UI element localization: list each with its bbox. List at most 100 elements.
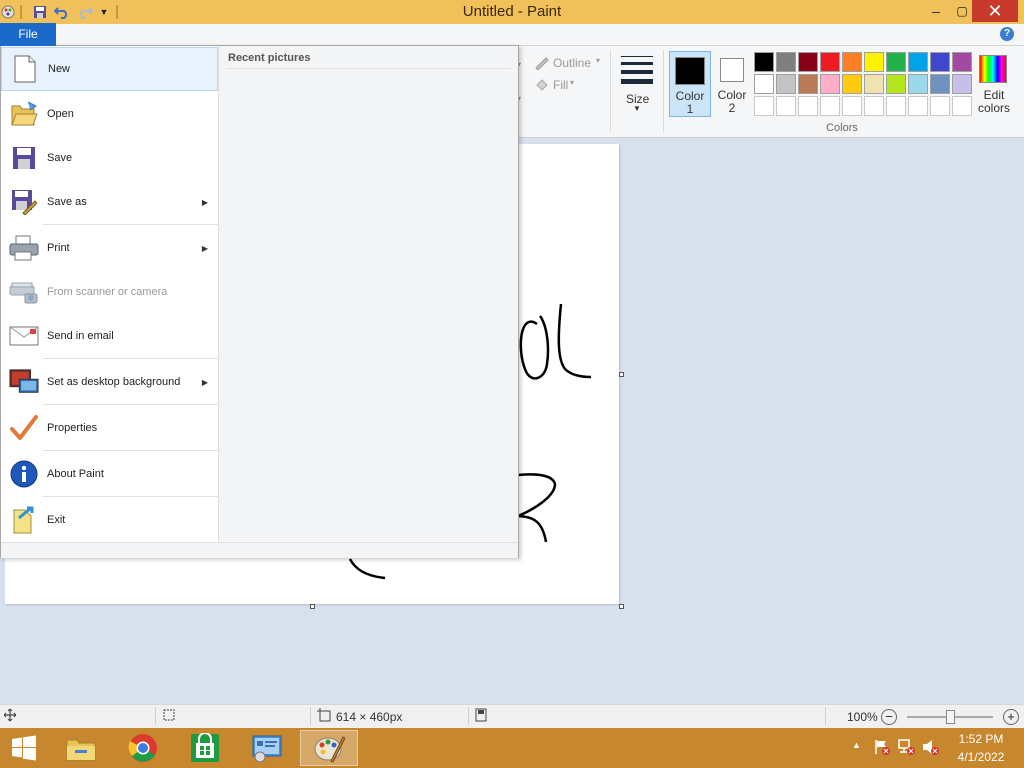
minimize-button[interactable]: – [924,0,948,22]
outline-button[interactable]: Outline [553,56,591,70]
menu-item-from-scanner[interactable]: From scanner or camera [1,270,218,314]
palette-swatch[interactable] [952,52,972,72]
size-line-icon [621,56,653,57]
submenu-arrow-icon: ▶ [201,377,208,387]
help-icon[interactable]: ? [1000,27,1014,41]
palette-swatch[interactable] [864,52,884,72]
palette-swatch[interactable] [908,74,928,94]
menu-item-new[interactable]: New [1,47,218,91]
taskbar-file-explorer[interactable] [52,730,110,766]
color1-button[interactable]: Color 1 [669,51,711,117]
palette-swatch[interactable] [776,74,796,94]
menu-label: From scanner or camera [47,286,168,298]
palette-swatch[interactable] [754,74,774,94]
menu-separator [43,404,218,405]
action-center-flag-icon[interactable] [874,739,890,758]
palette-swatch[interactable] [798,52,818,72]
color2-button[interactable]: Color 2 [714,51,750,117]
zoom-slider-thumb[interactable] [945,710,955,724]
palette-swatch[interactable] [886,74,906,94]
menu-separator [43,496,218,497]
printer-icon [9,233,39,263]
clock-time[interactable]: 1:52 PM [948,732,1014,746]
palette-swatch[interactable] [820,74,840,94]
edit-colors-button[interactable]: Edit colors [974,51,1014,121]
palette-swatch[interactable] [820,96,840,116]
close-button[interactable]: ✕ [972,0,1018,22]
palette-swatch[interactable] [776,96,796,116]
taskbar-chrome[interactable] [114,730,172,766]
palette-swatch[interactable] [930,74,950,94]
palette-swatch[interactable] [908,52,928,72]
palette-swatch[interactable] [842,74,862,94]
palette-swatch[interactable] [952,74,972,94]
size-line-icon [621,79,653,84]
palette-swatch[interactable] [842,52,862,72]
palette-swatch[interactable] [754,96,774,116]
palette-swatch[interactable] [798,96,818,116]
size-button[interactable]: Size ▼ [616,50,658,120]
show-hidden-icons-icon[interactable]: ▲ [852,740,861,750]
taskbar-paint[interactable] [300,730,358,766]
volume-muted-icon[interactable] [922,739,940,758]
menu-item-about-paint[interactable]: About Paint [1,452,218,496]
palette-swatch[interactable] [864,96,884,116]
zoom-in-button[interactable]: + [1003,709,1019,725]
start-button[interactable] [0,730,48,766]
outline-dropdown-icon[interactable]: ▾ [596,56,600,65]
canvas-size-readout: 614 × 460px [336,710,403,724]
ribbon-tab-strip: ? [0,24,1024,46]
desktop-background-icon [9,367,39,397]
resize-handle-corner[interactable] [619,604,624,609]
file-explorer-icon [66,739,96,761]
menu-item-print[interactable]: Print ▶ [1,226,218,270]
palette-swatch[interactable] [930,52,950,72]
palette-swatch[interactable] [776,52,796,72]
new-document-icon [10,54,40,84]
maximize-button[interactable]: ▢ [950,0,974,22]
outline-pen-icon [534,56,550,71]
open-folder-icon [9,99,39,129]
menu-item-send-email[interactable]: Send in email [1,314,218,358]
recent-separator [227,68,511,69]
palette-swatch[interactable] [930,96,950,116]
zoom-slider-track[interactable] [907,710,993,724]
taskbar-control-panel[interactable] [238,730,296,766]
clock-date[interactable]: 4/1/2022 [948,750,1014,764]
windows-logo-icon [12,735,36,761]
palette-swatch[interactable] [842,96,862,116]
palette-swatch[interactable] [886,52,906,72]
store-icon [191,733,219,762]
resize-handle-right[interactable] [619,372,624,377]
menu-item-set-desktop-background[interactable]: Set as desktop background ▶ [1,360,218,404]
fill-dropdown-icon[interactable]: ▾ [570,78,574,87]
submenu-arrow-icon: ▶ [201,197,208,207]
palette-swatch[interactable] [864,74,884,94]
file-menu-commands: New Open Save Save as ▶ Print ▶ From sca… [1,46,218,542]
zoom-out-button[interactable]: − [881,709,897,725]
palette-swatch[interactable] [798,74,818,94]
menu-item-save-as[interactable]: Save as ▶ [1,180,218,224]
status-divider [155,707,156,725]
recent-pictures-panel: Recent pictures [218,46,518,542]
palette-swatch[interactable] [952,96,972,116]
palette-swatch[interactable] [908,96,928,116]
network-icon[interactable] [898,739,916,758]
menu-item-open[interactable]: Open [1,92,218,136]
fill-bucket-icon [534,78,550,92]
menu-label: Set as desktop background [47,376,181,388]
taskbar-store[interactable] [176,730,234,766]
ribbon-divider [610,50,611,132]
palette-swatch[interactable] [754,52,774,72]
info-icon [9,459,39,489]
fill-button[interactable]: Fill [553,78,568,92]
menu-item-save[interactable]: Save [1,136,218,180]
file-menu-footer [1,542,518,558]
file-tab[interactable]: File [0,23,56,46]
resize-handle-bottom[interactable] [310,604,315,609]
menu-item-properties[interactable]: Properties [1,406,218,450]
rainbow-palette-icon [979,55,1007,83]
palette-swatch[interactable] [886,96,906,116]
menu-item-exit[interactable]: Exit [1,498,218,542]
palette-swatch[interactable] [820,52,840,72]
